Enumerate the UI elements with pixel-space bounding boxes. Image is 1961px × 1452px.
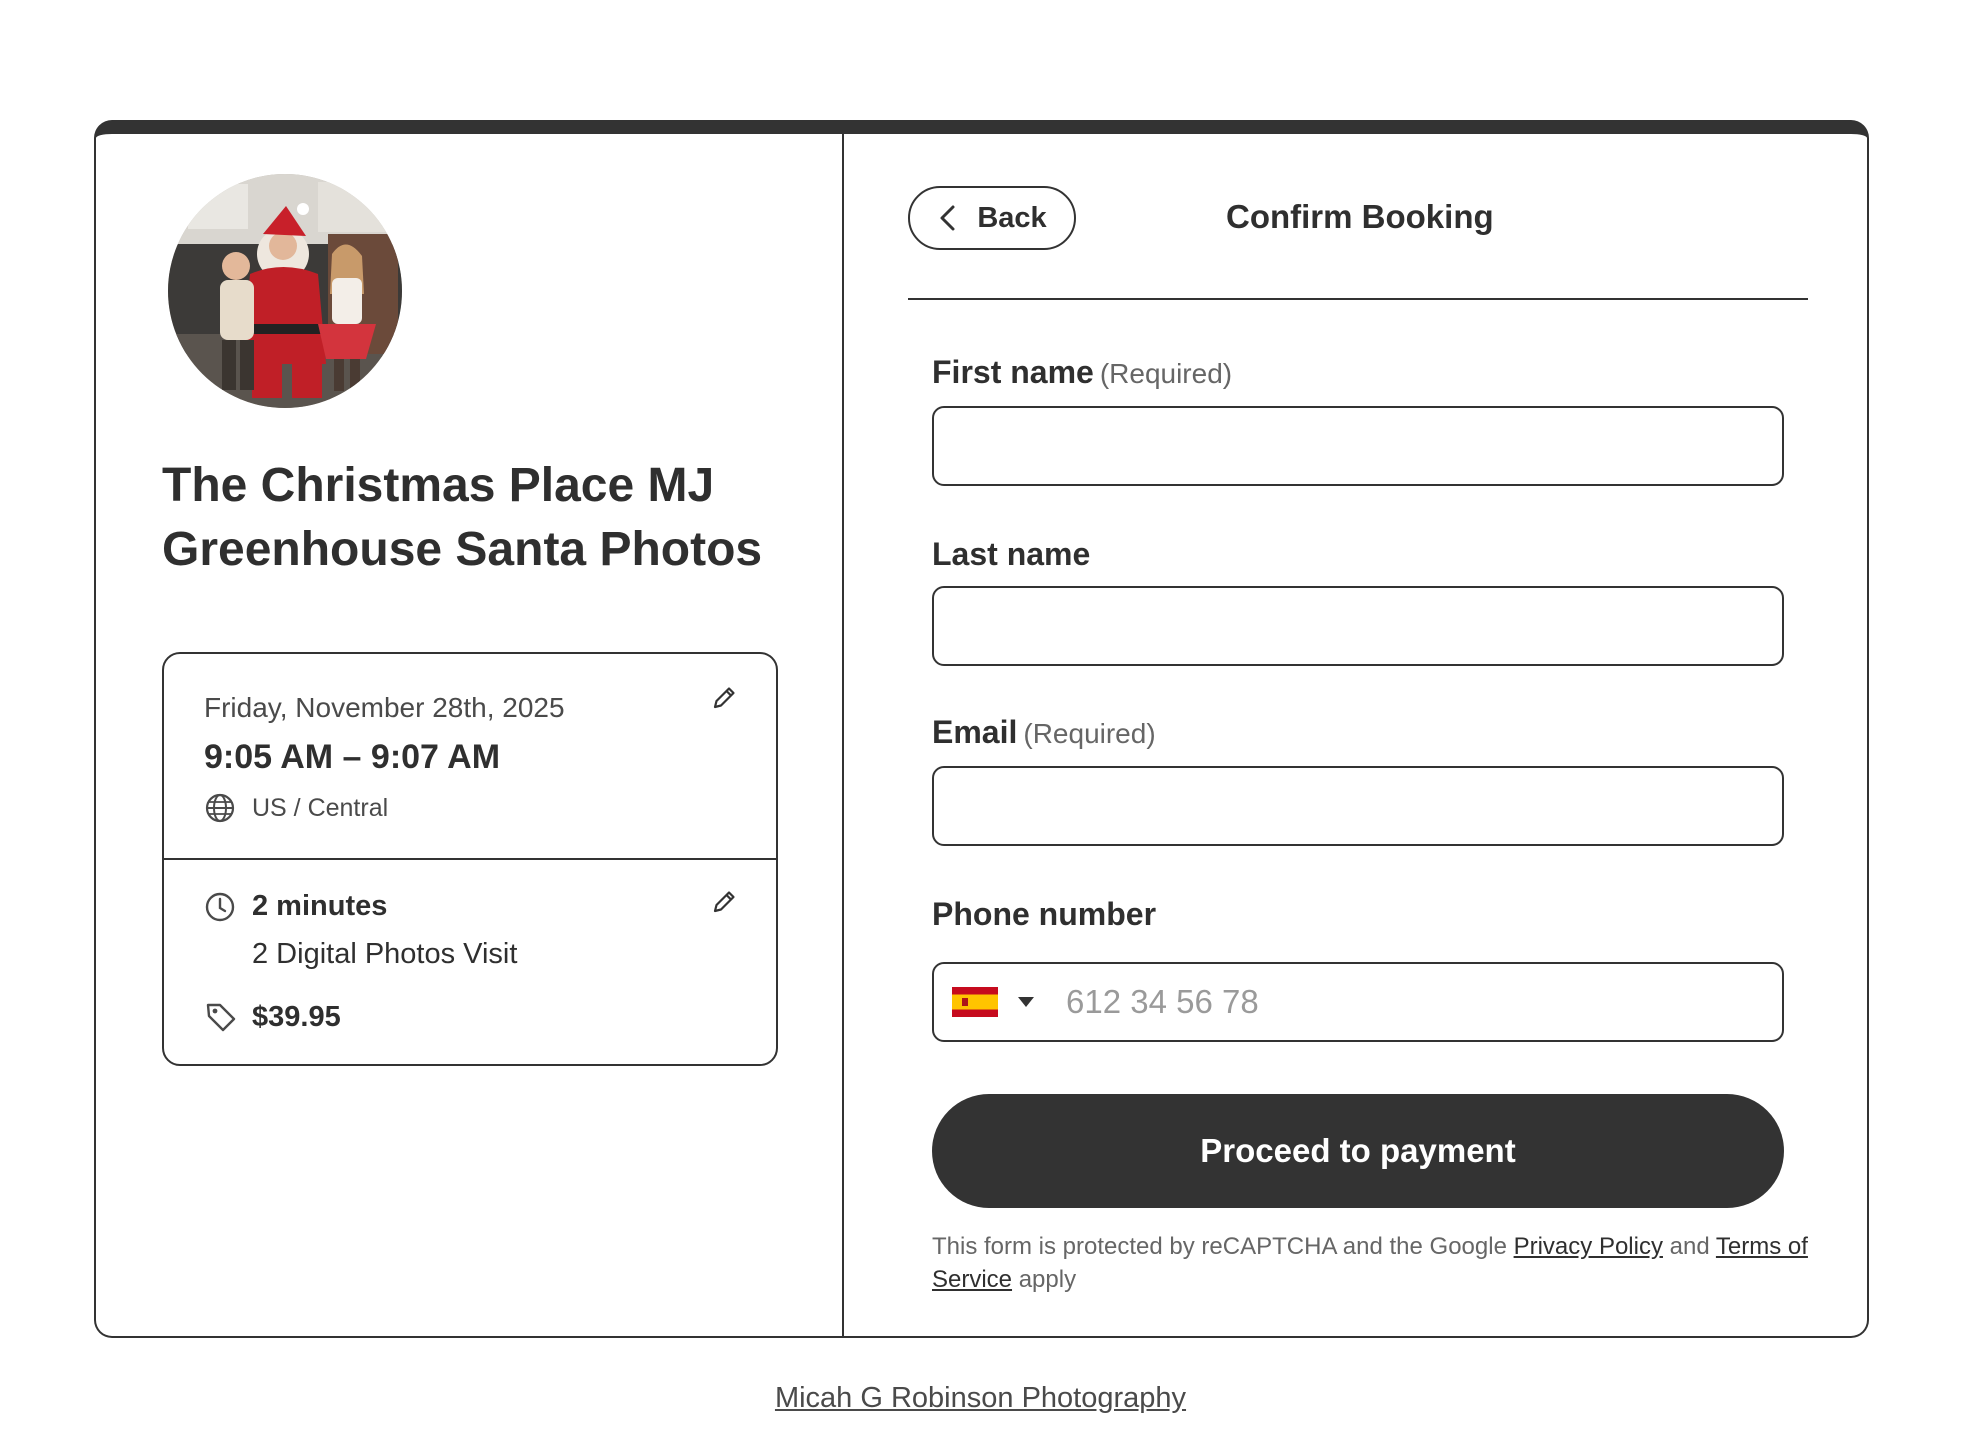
last-name-label: Last name xyxy=(932,536,1090,573)
phone-label-text: Phone number xyxy=(932,896,1157,932)
event-summary-panel: The Christmas Place MJ Greenhouse Santa … xyxy=(96,134,844,1336)
tag-icon xyxy=(206,1003,236,1032)
country-code-select[interactable] xyxy=(952,987,1034,1017)
phone-input[interactable] xyxy=(1064,982,1708,1022)
price-label: $39.95 xyxy=(252,1000,341,1033)
timezone-row: US / Central xyxy=(204,792,388,824)
first-name-label: First name (Required) xyxy=(932,354,1232,391)
event-avatar xyxy=(168,174,402,408)
recaptcha-suffix: apply xyxy=(1012,1266,1077,1293)
booking-time-range: 9:05 AM – 9:07 AM xyxy=(204,738,501,776)
spain-flag-icon xyxy=(952,987,998,1017)
clock-icon xyxy=(205,892,235,921)
email-required-hint: (Required) xyxy=(1023,718,1156,749)
chevron-left-icon xyxy=(940,205,955,231)
event-title: The Christmas Place MJ Greenhouse Santa … xyxy=(162,459,763,576)
price-row: $39.95 xyxy=(204,1000,341,1034)
email-label-text: Email xyxy=(932,714,1018,750)
first-name-field[interactable] xyxy=(932,406,1784,486)
edit-service-pencil-icon[interactable] xyxy=(710,888,738,916)
datetime-section: Friday, November 28th, 2025 9:05 AM – 9:… xyxy=(164,654,776,860)
last-name-label-text: Last name xyxy=(932,536,1091,572)
first-name-required-hint: (Required) xyxy=(1099,358,1233,389)
service-name: 2 Digital Photos Visit xyxy=(252,938,518,970)
duration-label: 2 minutes xyxy=(252,890,388,922)
booking-form-panel: Back Confirm Booking First name (Required… xyxy=(844,134,1867,1336)
last-name-field[interactable] xyxy=(932,586,1784,666)
back-button-label: Back xyxy=(977,201,1047,234)
back-button[interactable]: Back xyxy=(908,186,1076,250)
phone-field xyxy=(932,962,1784,1042)
santa-photo-image xyxy=(168,174,402,408)
caret-down-icon xyxy=(1018,997,1034,1007)
timezone-label: US / Central xyxy=(252,793,389,822)
recaptcha-middle: and xyxy=(1662,1233,1716,1260)
page-title: Confirm Booking xyxy=(1226,198,1494,235)
edit-datetime-pencil-icon[interactable] xyxy=(710,684,738,712)
globe-icon xyxy=(205,793,235,823)
booking-card: The Christmas Place MJ Greenhouse Santa … xyxy=(94,120,1869,1338)
first-name-label-text: First name xyxy=(932,354,1094,390)
email-field[interactable] xyxy=(932,766,1784,846)
booking-details: Friday, November 28th, 2025 9:05 AM – 9:… xyxy=(162,652,778,1066)
duration-row: 2 minutes xyxy=(204,890,387,923)
privacy-policy-link[interactable]: Privacy Policy xyxy=(1514,1233,1663,1260)
phone-label: Phone number xyxy=(932,896,1156,933)
recaptcha-prefix: This form is protected by reCAPTCHA and … xyxy=(932,1233,1514,1260)
header-divider xyxy=(908,298,1808,300)
photographer-link[interactable]: Micah G Robinson Photography xyxy=(775,1382,1186,1414)
booking-date: Friday, November 28th, 2025 xyxy=(204,692,565,723)
recaptcha-notice: This form is protected by reCAPTCHA and … xyxy=(932,1230,1812,1296)
footer: Micah G Robinson Photography xyxy=(0,1382,1961,1415)
proceed-to-payment-button[interactable]: Proceed to payment xyxy=(932,1094,1784,1208)
email-label: Email (Required) xyxy=(932,714,1156,751)
service-section: 2 minutes 2 Digital Photos Visit $39.95 xyxy=(164,860,776,1066)
